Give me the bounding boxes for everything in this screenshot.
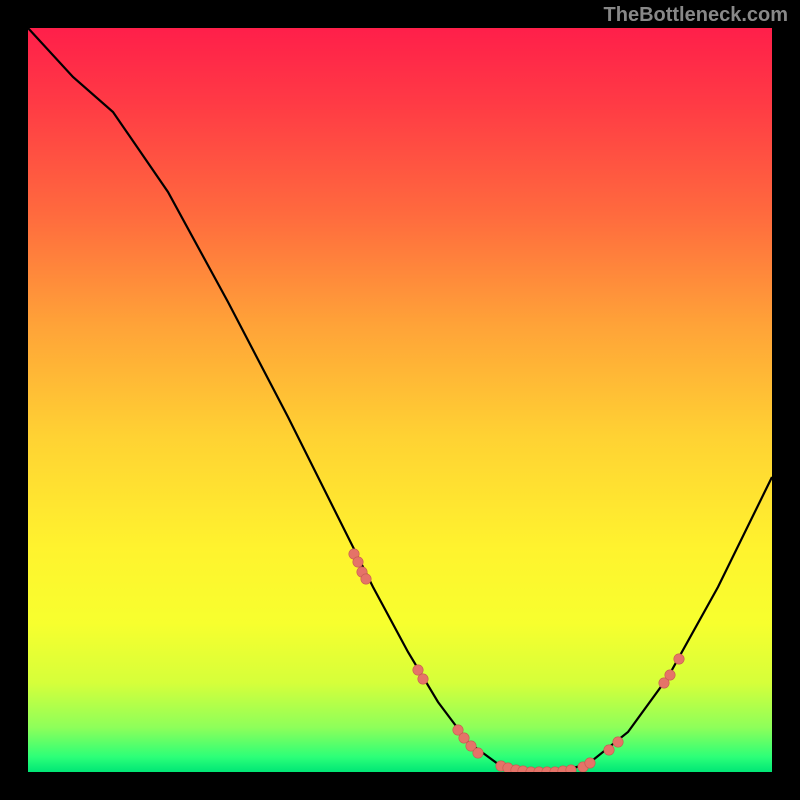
data-marker xyxy=(413,665,423,675)
data-marker xyxy=(613,737,623,747)
data-marker xyxy=(674,654,684,664)
data-marker xyxy=(459,733,469,743)
curve-svg xyxy=(28,28,772,772)
plot-area xyxy=(28,28,772,772)
data-marker xyxy=(418,674,428,684)
data-marker xyxy=(361,574,371,584)
data-marker xyxy=(353,557,363,567)
data-marker xyxy=(473,748,483,758)
data-markers xyxy=(349,549,684,772)
bottleneck-curve xyxy=(28,28,772,772)
data-marker xyxy=(585,758,595,768)
data-marker xyxy=(604,745,614,755)
data-marker xyxy=(665,670,675,680)
data-marker xyxy=(566,765,576,772)
watermark-text: TheBottleneck.com xyxy=(604,4,788,27)
